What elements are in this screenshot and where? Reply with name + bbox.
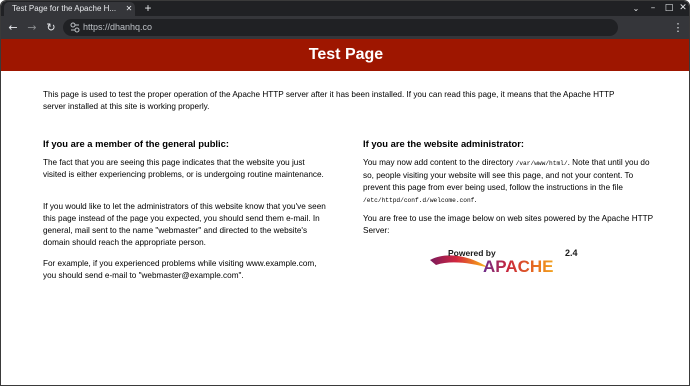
admin-heading: If you are the website administrator: [363,138,524,149]
version-text: 2.4 [565,248,578,258]
tab-close-icon[interactable]: ✕ [124,3,134,15]
back-arrow-icon[interactable]: ← [6,20,20,35]
url-text[interactable]: https://dhanhq.co [83,21,152,34]
tab-strip: Test Page for the Apache H... ✕ + ⌄ – □ … [1,1,689,16]
public-paragraph-3: For example, if you experienced problems… [43,259,317,280]
reload-icon[interactable]: ↻ [44,20,58,35]
close-window-icon[interactable]: ✕ [677,2,689,15]
powered-by-apache-logo: Powered by APACHE 2.4 [430,248,578,276]
tab-search-chevron-icon[interactable]: ⌄ [630,2,642,15]
new-tab-icon[interactable]: + [142,1,154,16]
public-heading: If you are a member of the general publi… [43,138,229,149]
tab-title[interactable]: Test Page for the Apache H... [12,3,120,15]
site-info-icon[interactable] [70,21,80,34]
apache-wordmark: APACHE [483,257,554,276]
maximize-icon[interactable]: □ [663,2,675,15]
browser-toolbar: ← → ↻ https://dhanhq.co ⋮ [1,16,689,39]
welcome-conf-path: /etc/httpd/conf.d/welcome.conf [363,197,475,204]
forward-arrow-icon[interactable]: → [25,20,39,35]
address-bar[interactable]: https://dhanhq.co [63,19,618,36]
admin-paragraph-1: You may now add content to the directory… [363,158,650,204]
directory-path: /var/www/html/ [515,160,568,167]
intro-paragraph: This page is used to test the proper ope… [43,90,615,111]
browser-window: Test Page for the Apache H... ✕ + ⌄ – □ … [0,0,690,386]
public-paragraph-2: If you would like to let the administrat… [43,202,326,247]
admin-paragraph-2: You are free to use the image below on w… [363,214,653,235]
header-banner: Test Page [1,39,689,71]
browser-menu-icon[interactable]: ⋮ [672,20,684,35]
public-paragraph-1: The fact that you are seeing this page i… [43,158,324,179]
page-title: Test Page [308,46,384,63]
minimize-icon[interactable]: – [647,2,659,15]
browser-tab[interactable]: Test Page for the Apache H... ✕ [4,2,135,16]
web-page: Test Page This page is used to test the … [1,39,689,385]
